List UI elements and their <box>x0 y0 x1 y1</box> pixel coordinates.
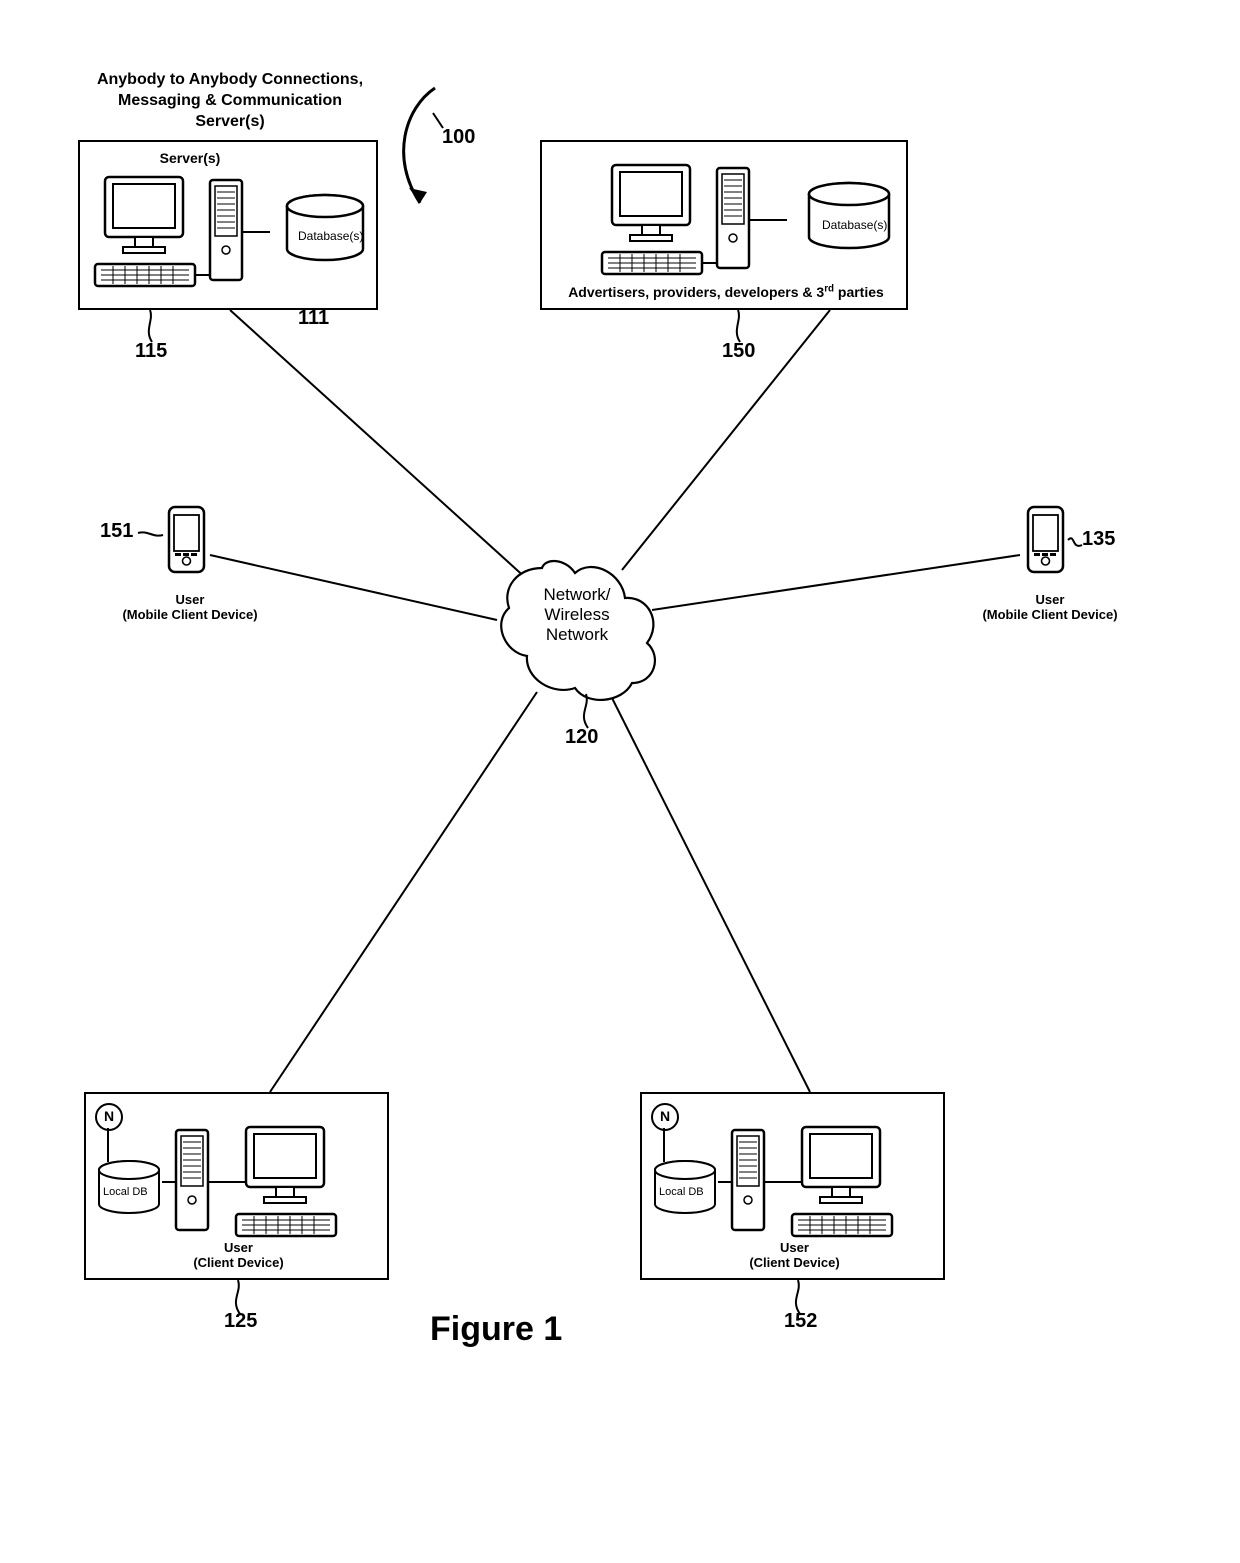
title-line: Anybody to Anybody Connections, <box>97 71 363 88</box>
diagram-canvas: Anybody to Anybody Connections, Messagin… <box>0 0 1240 1563</box>
mobile-device-icon <box>163 505 211 585</box>
wire-icon <box>660 1128 670 1164</box>
figure-title: Figure 1 <box>430 1310 562 1349</box>
diagram-title: Anybody to Anybody Connections, Messagin… <box>75 70 385 132</box>
database-label: Database(s) <box>298 229 363 243</box>
local-db-label: Local DB <box>103 1186 148 1198</box>
advertiser-box: Database(s) Advertisers, providers, deve… <box>540 140 908 310</box>
ref-150: 150 <box>722 340 755 363</box>
mobile-left-label: User (Mobile Client Device) <box>100 592 280 622</box>
server-computer-icon <box>732 1122 942 1252</box>
ref-115: 115 <box>135 340 167 363</box>
title-line: Server(s) <box>195 113 264 130</box>
arrow-100 <box>404 88 443 203</box>
computer-server-icon <box>95 172 285 302</box>
server-label: Server(s) <box>80 150 300 166</box>
n-badge-label: N <box>104 1108 114 1124</box>
advertiser-label: Advertisers, providers, developers & 3rd… <box>542 283 910 300</box>
client-box-right: N Local DB User <box>640 1092 945 1280</box>
client-left-label: User (Client Device) <box>86 1240 391 1270</box>
server-box: Server(s) <box>78 140 378 310</box>
client-right-label: User (Client Device) <box>642 1240 947 1270</box>
server-computer-icon <box>176 1122 386 1252</box>
ref-100: 100 <box>442 126 475 149</box>
database-label: Database(s) <box>822 218 887 232</box>
title-line: Messaging & Communication <box>118 92 342 109</box>
client-box-left: N Local DB <box>84 1092 389 1280</box>
ref-151: 151 <box>100 520 133 543</box>
wire-icon <box>104 1128 114 1164</box>
ref-152: 152 <box>784 1310 817 1333</box>
ref-111: 111 <box>298 307 329 330</box>
network-label: Network/ Wireless Network <box>517 585 637 645</box>
ref-135: 135 <box>1082 528 1115 551</box>
ref-120: 120 <box>565 726 598 749</box>
n-badge-label: N <box>660 1108 670 1124</box>
computer-server-icon <box>602 160 802 280</box>
mobile-device-icon <box>1022 505 1070 585</box>
ref-125: 125 <box>224 1310 257 1333</box>
local-db-label: Local DB <box>659 1186 704 1198</box>
mobile-right-label: User (Mobile Client Device) <box>950 592 1150 622</box>
